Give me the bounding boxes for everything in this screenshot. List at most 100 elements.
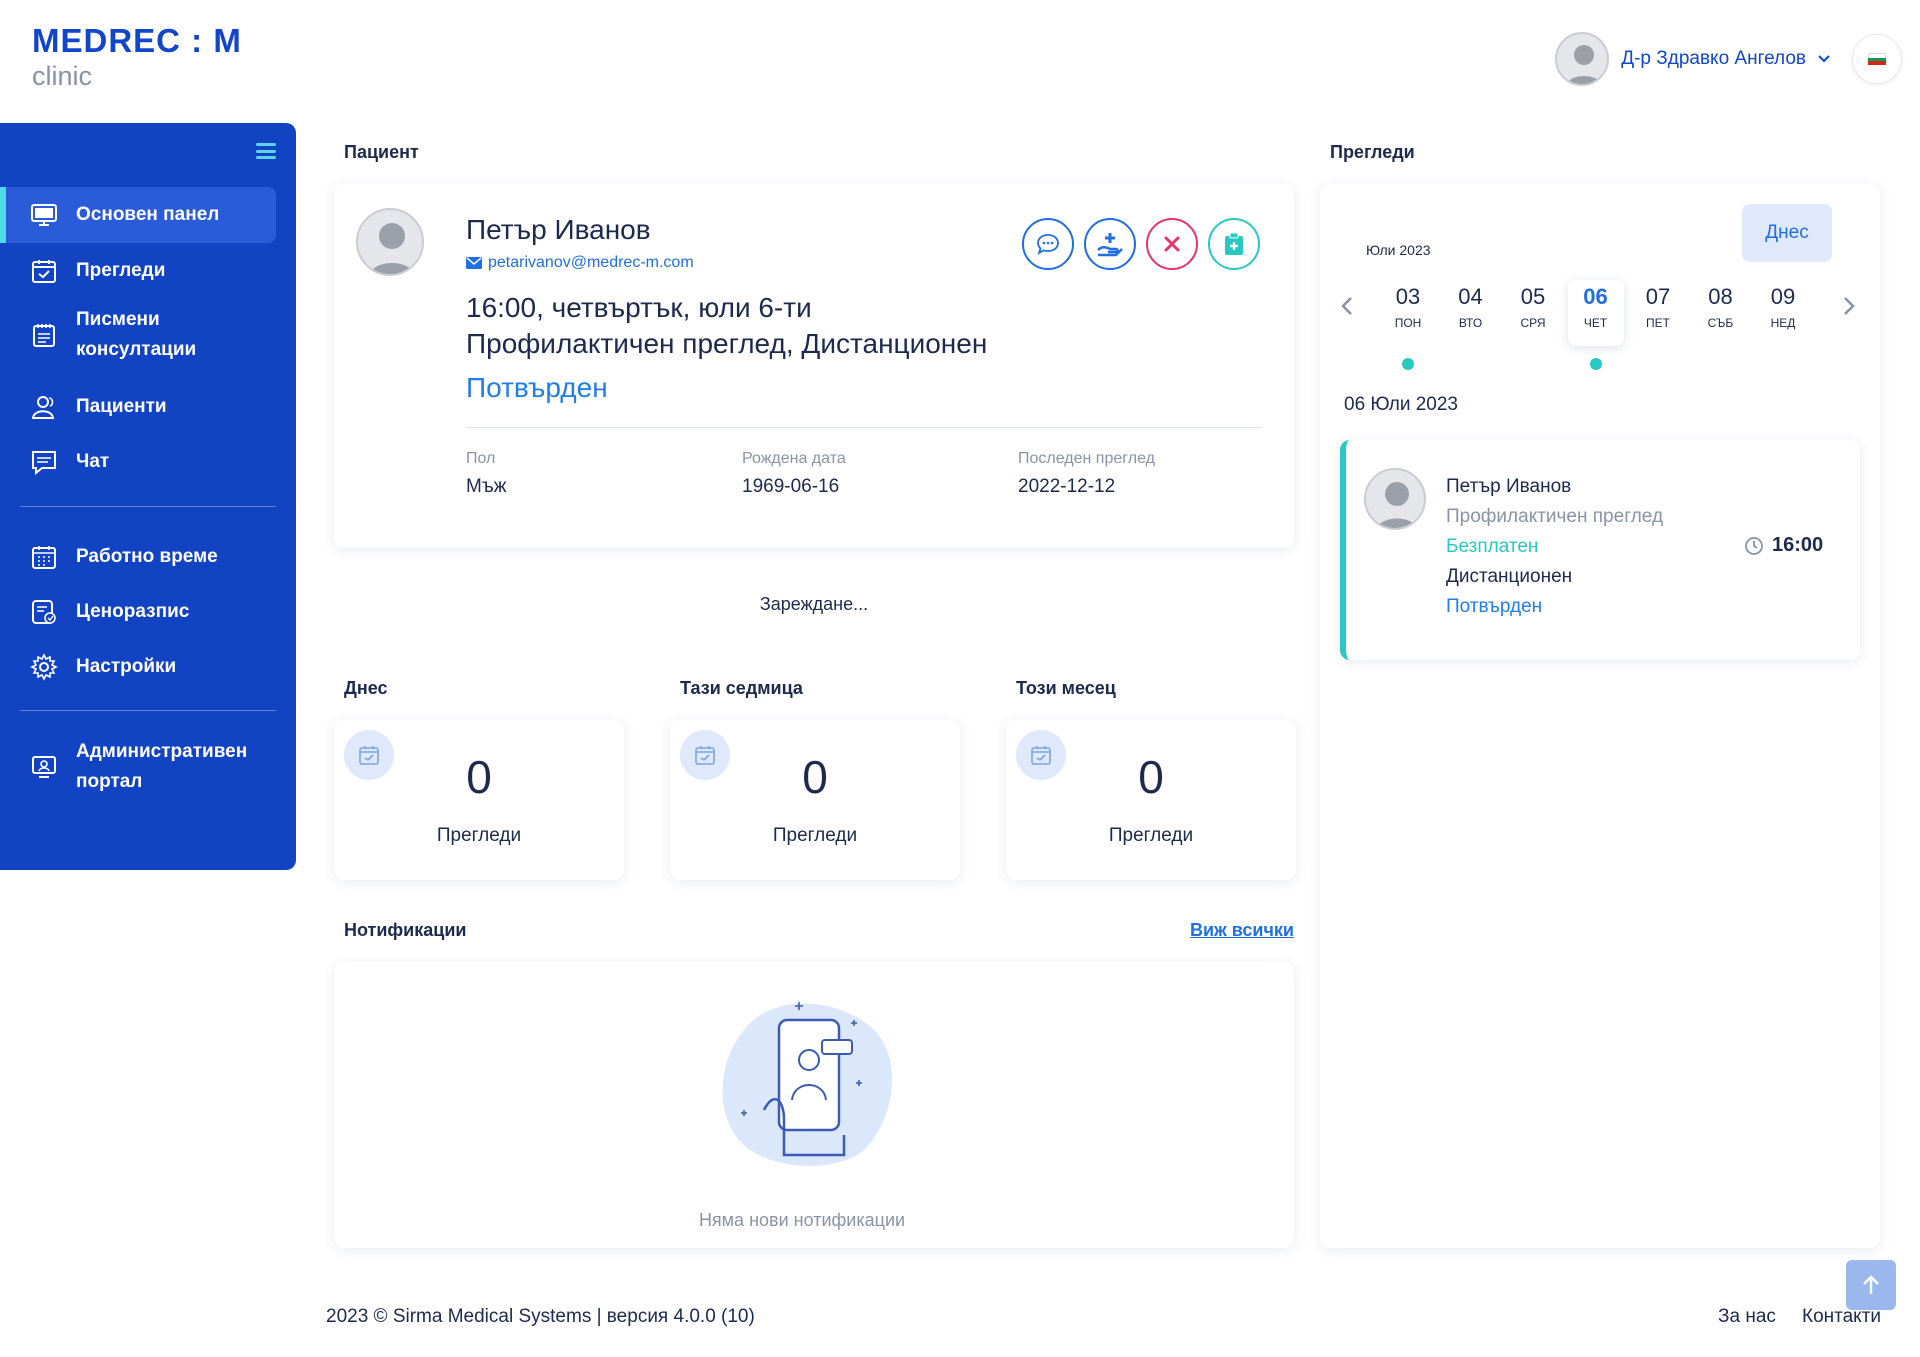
patient-name: Петър Иванов — [466, 214, 651, 245]
brand-logo[interactable]: MEDREC : M clinic — [32, 22, 242, 92]
close-icon — [1164, 236, 1180, 252]
week-day[interactable]: 04 ВТО — [1443, 284, 1499, 346]
stat-label: Прегледи — [772, 825, 858, 846]
patient-field-last-exam: Последен преглед 2022-12-12 — [1018, 450, 1155, 498]
sidebar-item-label: Ценоразпис — [76, 601, 190, 622]
chevron-right-icon[interactable] — [1842, 296, 1856, 316]
chevron-down-icon — [1818, 55, 1830, 63]
appointment-card[interactable]: Петър Иванов Профилактичен преглед Безпл… — [1340, 440, 1860, 660]
stat-card-month[interactable]: 0 Прегледи — [1006, 720, 1296, 880]
patient-section-title: Пациент — [344, 142, 419, 162]
appointment-time: 16:00 — [1744, 534, 1823, 557]
field-label: Пол — [466, 450, 496, 467]
sidebar-item-admin-portal[interactable]: Административен портал — [0, 735, 276, 799]
notifications-title: Нотификации — [344, 920, 467, 940]
week-day-number: 06 — [1583, 284, 1608, 309]
field-value: Мъж — [466, 476, 507, 497]
field-value: 2022-12-12 — [1018, 476, 1116, 497]
appointments-panel: Юли 2023 Днес 03 ПОН 04 ВТО 05 СРЯ 06 ЧЕТ 07 ПЕТ 0… — [1320, 184, 1880, 1248]
sidebar-item-settings[interactable]: Настройки — [0, 641, 276, 693]
patient-actions — [1022, 218, 1260, 270]
patient-card: Петър Иванов petarivanov@medrec-m.com 16… — [334, 184, 1294, 548]
sidebar-item-label: Административен портал — [76, 741, 248, 792]
week-day[interactable]: 03 ПОН — [1380, 284, 1436, 346]
hand-plus-icon — [1097, 233, 1123, 257]
sidebar-divider — [20, 710, 276, 711]
sidebar-item-appointments[interactable]: Прегледи — [0, 245, 276, 297]
month-label: Юли 2023 — [1366, 242, 1431, 258]
price-list-icon — [32, 600, 56, 624]
field-value: 1969-06-16 — [742, 476, 840, 497]
week-day[interactable]: 08 СЪБ — [1693, 284, 1749, 346]
appointments-title: Прегледи — [1330, 142, 1415, 162]
chevron-left-icon[interactable] — [1340, 296, 1354, 316]
stat-title-week: Тази седмица — [680, 678, 803, 698]
week-day[interactable]: 05 СРЯ — [1505, 284, 1561, 346]
selected-date: 06 Юли 2023 — [1344, 394, 1458, 415]
notifications-card: Няма нови нотификации — [334, 962, 1294, 1248]
view-all-link[interactable]: Виж всички — [1190, 920, 1294, 941]
appointment-time-text: 16:00 — [1772, 534, 1824, 556]
sidebar-item-label: Основен панел — [76, 204, 220, 225]
avatar-icon — [1566, 45, 1602, 84]
sidebar-item-working-hours[interactable]: Работно време — [0, 531, 276, 583]
stat-title-month: Този месец — [1016, 678, 1116, 698]
menu-toggle-icon[interactable] — [256, 143, 276, 159]
sidebar-item-dashboard[interactable]: Основен панел — [0, 187, 276, 243]
scroll-top-button[interactable] — [1846, 1260, 1896, 1310]
sidebar-divider — [20, 506, 276, 507]
week-day[interactable]: 09 НЕД — [1755, 284, 1811, 346]
today-button[interactable]: Днес — [1742, 204, 1832, 262]
users-icon — [31, 396, 55, 419]
week-day[interactable]: 07 ПЕТ — [1630, 284, 1686, 346]
week-day-name: ЧЕТ — [1583, 316, 1608, 330]
sidebar-item-chat[interactable]: Чат — [0, 436, 276, 488]
appointment-status: Потвърден — [466, 372, 608, 403]
stat-card-today[interactable]: 0 Прегледи — [334, 720, 624, 880]
sidebar-item-label: Чат — [76, 451, 110, 472]
admin-portal-icon — [32, 756, 56, 778]
week-day-name: СРЯ — [1520, 316, 1546, 330]
week-day-name: ПЕТ — [1646, 316, 1670, 330]
brand-sub: clinic — [32, 61, 93, 91]
patient-card-divider — [466, 427, 1262, 428]
chat-bubble-icon — [1037, 234, 1059, 255]
stat-label: Прегледи — [436, 825, 522, 846]
sidebar-item-written-consultations[interactable]: Писмени консултации — [0, 303, 276, 367]
calendar-check-icon — [32, 260, 56, 283]
monitor-icon — [31, 204, 57, 226]
cancel-appointment-button[interactable] — [1146, 218, 1198, 270]
start-exam-button[interactable] — [1084, 218, 1136, 270]
clock-icon — [1745, 536, 1763, 555]
footer-about-link[interactable]: За нас — [1718, 1306, 1776, 1328]
patient-field-gender: Пол Мъж — [466, 450, 506, 498]
appointment-patient-name: Петър Иванов — [1446, 476, 1572, 497]
brand-name: MEDREC : M — [32, 22, 242, 59]
stat-card-week[interactable]: 0 Прегледи — [670, 720, 960, 880]
week-day-name: СЪБ — [1707, 316, 1734, 330]
no-notifications-text: Няма нови нотификации — [698, 1210, 906, 1230]
appointment-time: 16:00, четвъртък, юли 6-ти — [466, 292, 812, 323]
user-name: Д-р Здравко Ангелов — [1621, 48, 1806, 69]
gear-icon — [30, 653, 58, 681]
medical-record-button[interactable] — [1208, 218, 1260, 270]
chat-button[interactable] — [1022, 218, 1074, 270]
week-day-number: 07 — [1645, 284, 1671, 309]
week-day-number: 09 — [1770, 284, 1796, 309]
user-menu[interactable]: Д-р Здравко Ангелов — [1555, 32, 1830, 86]
language-button[interactable] — [1852, 34, 1902, 84]
clipboard-plus-icon — [1225, 232, 1243, 255]
stat-label: Прегледи — [1108, 825, 1194, 846]
field-label: Последен преглед — [1018, 450, 1155, 467]
sidebar-item-patients[interactable]: Пациенти — [0, 381, 276, 433]
event-dot — [1402, 358, 1414, 370]
loading-text: Зареждане... — [759, 594, 869, 614]
week-day-name: ПОН — [1394, 316, 1422, 330]
week-day-name: ВТО — [1458, 316, 1483, 330]
stat-value: 0 — [466, 751, 492, 803]
patient-email[interactable]: petarivanov@medrec-m.com — [466, 254, 694, 272]
avatar-icon — [1376, 482, 1418, 528]
week-day[interactable]: 06 ЧЕТ — [1567, 280, 1624, 346]
sidebar-item-price-list[interactable]: Ценоразпис — [0, 586, 276, 638]
stat-title-today: Днес — [344, 678, 388, 698]
